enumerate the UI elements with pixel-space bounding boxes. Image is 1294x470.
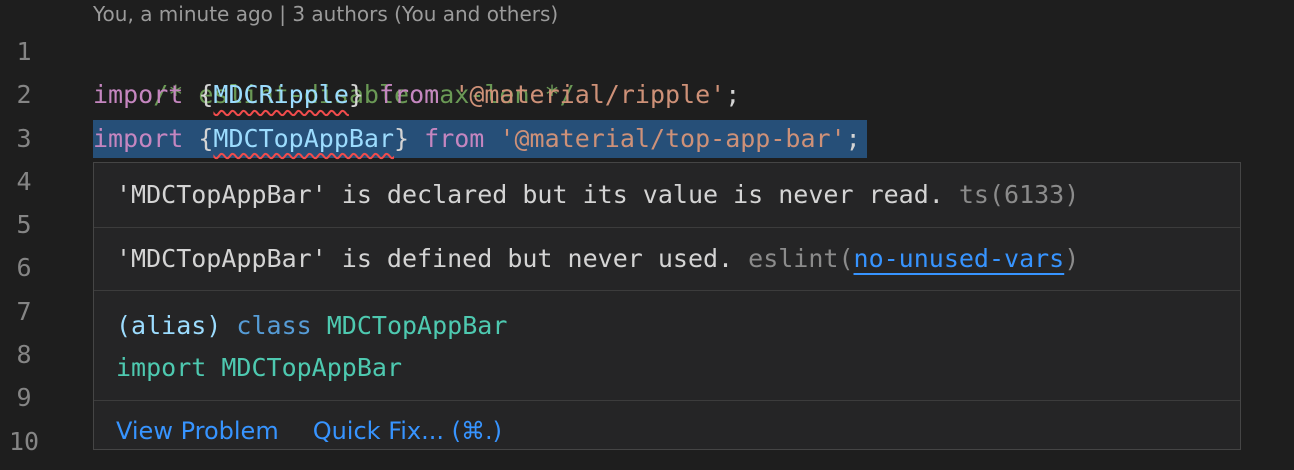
open-brace: { [183, 123, 214, 153]
alias-label: (alias) [116, 311, 222, 340]
mdcripple-identifier[interactable]: MDCRipple [213, 80, 348, 109]
line-number: 4 [16, 166, 32, 196]
line-number: 5 [16, 210, 32, 240]
close-brace: } [348, 80, 379, 110]
code-line-3[interactable]: import {MDCTopAppBar} from '@material/to… [93, 117, 867, 160]
line-number: 3 [16, 123, 32, 153]
problem-source: eslint( [748, 244, 854, 273]
signature-line-1: (alias) class MDCTopAppBar [116, 305, 1240, 347]
problem-ts-6133: 'MDCTopAppBar' is declared but its value… [94, 163, 1240, 228]
semicolon: ; [845, 123, 861, 153]
type-signature: (alias) class MDCTopAppBar import MDCTop… [94, 291, 1240, 401]
eslint-rule-link[interactable]: no-unused-vars [854, 244, 1065, 273]
quick-fix-button[interactable]: Quick Fix... (⌘.) [313, 417, 502, 445]
code-line-2[interactable]: import {MDCRipple} from '@material/rippl… [93, 73, 867, 116]
signature-line-2: import MDCTopAppBar [116, 347, 1240, 389]
problem-message: 'MDCTopAppBar' is defined but never used… [116, 244, 749, 273]
word-highlight: import {MDCTopAppBar} from '@material/to… [93, 119, 867, 158]
import-keyword: import [93, 123, 184, 153]
import-keyword: import [116, 353, 207, 382]
line-number: 1 [16, 37, 32, 66]
import-keyword: import [93, 80, 184, 110]
hover-widget[interactable]: 'MDCTopAppBar' is declared but its value… [93, 162, 1241, 450]
problem-source-close: ) [1064, 244, 1080, 273]
line-number: 7 [16, 296, 32, 326]
import-name: MDCTopAppBar [221, 353, 402, 382]
code-line-1[interactable]: /* eslint-disable max-len */ [93, 30, 867, 109]
semicolon: ; [725, 80, 741, 110]
problem-message: 'MDCTopAppBar' is declared but its value… [116, 180, 959, 209]
from-keyword: from [379, 80, 440, 110]
problem-source: ts(6133) [958, 180, 1080, 209]
hover-actions: View Problem Quick Fix... (⌘.) [94, 401, 1240, 463]
close-brace: } [394, 123, 425, 153]
line-number: 8 [16, 340, 32, 370]
open-brace: { [183, 80, 214, 110]
line-number: 10 [8, 426, 40, 456]
line-number-gutter: 1 2 3 4 5 6 7 8 9 10 [0, 30, 48, 463]
git-blame-annotation: You, a minute ago | 3 authors (You and o… [93, 2, 559, 26]
code-editor[interactable]: /* eslint-disable max-len */ import {MDC… [93, 30, 867, 160]
view-problem-button[interactable]: View Problem [116, 417, 279, 445]
mdctopappbar-identifier[interactable]: MDCTopAppBar [213, 124, 394, 153]
from-keyword: from [424, 123, 485, 153]
class-name: MDCTopAppBar [326, 311, 508, 340]
line-number: 6 [16, 253, 32, 283]
module-path-string: '@material/ripple' [454, 80, 726, 110]
class-keyword: class [236, 311, 312, 340]
module-path-string: '@material/top-app-bar' [499, 123, 846, 153]
line-number: 2 [16, 80, 32, 110]
line-number: 9 [16, 383, 32, 413]
problem-eslint-no-unused-vars: 'MDCTopAppBar' is defined but never used… [94, 228, 1240, 291]
